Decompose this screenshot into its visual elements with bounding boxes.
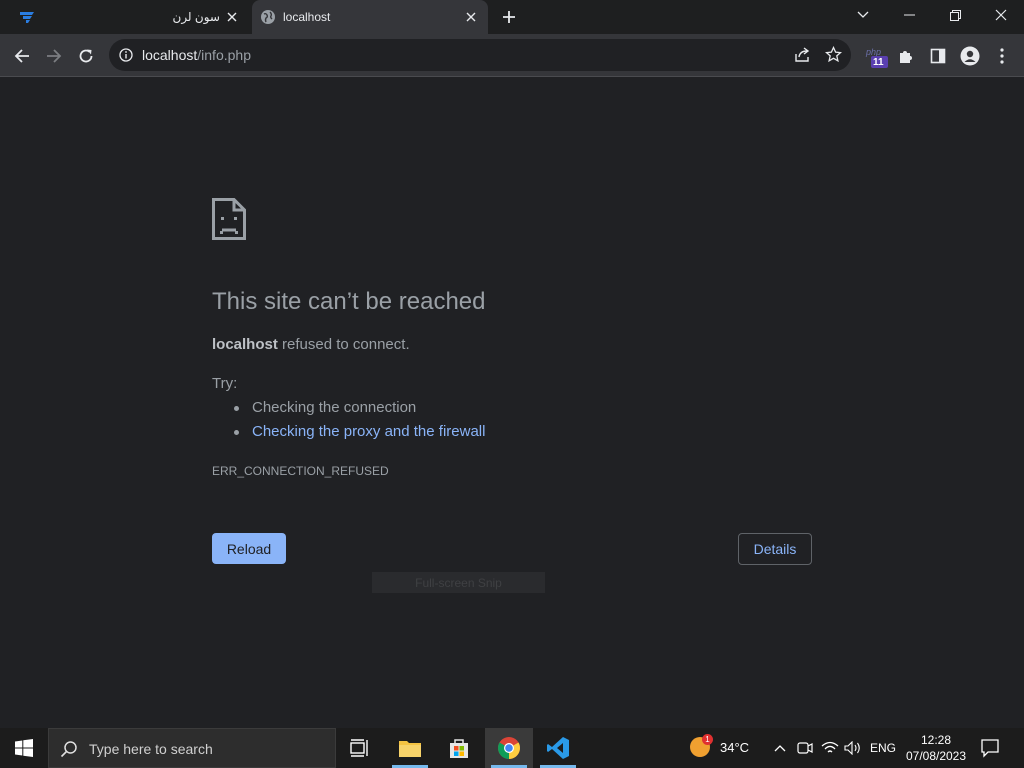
globe-icon (261, 10, 275, 24)
show-hidden-icons-button[interactable] (770, 738, 790, 758)
network-tray-icon[interactable] (820, 738, 840, 758)
start-button[interactable] (0, 728, 48, 768)
fullscreen-snip-tooltip: Full-screen Snip (372, 572, 545, 593)
back-button[interactable] (8, 42, 36, 70)
input-language-indicator[interactable]: ENG (870, 741, 896, 755)
error-page: This site can’t be reached localhost ref… (0, 77, 1024, 728)
info-icon[interactable] (119, 48, 133, 62)
chevron-down-icon (857, 11, 869, 18)
clock-date: 07/08/2023 (905, 749, 967, 763)
close-icon (995, 9, 1007, 21)
minimize-button[interactable] (886, 0, 932, 30)
error-message-text: refused to connect. (277, 336, 410, 353)
speaker-icon (844, 741, 860, 755)
url-path: /info.php (197, 47, 251, 63)
try-label: Try: (212, 375, 238, 392)
profile-button[interactable] (956, 42, 984, 70)
close-window-button[interactable] (978, 0, 1024, 30)
tab-search-button[interactable] (840, 0, 886, 30)
arrow-right-icon (47, 49, 62, 63)
sad-page-icon (212, 198, 246, 240)
refresh-icon (79, 49, 93, 63)
wifi-icon (821, 741, 839, 753)
error-code: ERR_CONNECTION_REFUSED (212, 464, 389, 478)
extensions-button[interactable] (892, 42, 920, 70)
search-icon (60, 741, 77, 758)
weather-alert-badge: 1 (702, 734, 713, 745)
taskbar-search-input[interactable]: Type here to search (48, 728, 336, 768)
tab-title: سون لرن (172, 10, 221, 24)
file-explorer-button[interactable] (386, 728, 434, 768)
details-button[interactable]: Details (738, 533, 812, 565)
reload-toolbar-button[interactable] (72, 42, 100, 70)
address-bar[interactable]: localhost/info.php (109, 39, 851, 71)
close-tab-icon[interactable] (224, 9, 240, 25)
microsoft-store-button[interactable] (435, 728, 483, 768)
forward-button[interactable] (40, 42, 68, 70)
clock[interactable]: 12:28 07/08/2023 (902, 732, 970, 764)
camera-icon (797, 742, 813, 754)
svg-text:php: php (865, 47, 881, 57)
avatar-icon (960, 46, 980, 66)
new-tab-button[interactable] (498, 6, 520, 28)
camera-tray-icon[interactable] (795, 738, 815, 758)
extension-badge: 11 (873, 57, 884, 68)
windows-taskbar: Type here to search 1 34°C ENG 12:28 07/… (0, 728, 1024, 768)
suggestion-link-proxy-firewall[interactable]: Checking the proxy and the firewall (234, 423, 485, 447)
minimize-icon (903, 14, 915, 16)
notification-center-button[interactable] (980, 738, 1002, 758)
windows-logo-icon (15, 739, 33, 757)
error-message: localhost refused to connect. (212, 336, 410, 353)
task-view-icon (350, 739, 368, 757)
tab-localhost[interactable]: localhost (252, 0, 488, 34)
reload-button[interactable]: Reload (212, 533, 286, 564)
site-logo-icon (20, 12, 34, 23)
store-bag-icon (450, 739, 468, 758)
arrow-left-icon (14, 49, 29, 63)
url-host: localhost (142, 47, 198, 63)
notification-icon (981, 739, 999, 758)
share-icon[interactable] (794, 46, 811, 68)
search-placeholder: Type here to search (89, 741, 213, 757)
tab-sevenlearn[interactable]: سون لرن (0, 0, 248, 34)
weather-temperature: 34°C (720, 740, 750, 755)
browser-toolbar: localhost/info.php php 11 (0, 34, 1024, 77)
php-extension-icon[interactable]: php 11 (864, 43, 890, 69)
folder-icon (399, 741, 421, 757)
chrome-button[interactable] (485, 728, 533, 768)
url-text[interactable]: localhost/info.php (142, 47, 251, 63)
side-panel-button[interactable] (924, 42, 952, 70)
suggestion-list: Checking the connection Checking the pro… (234, 399, 485, 447)
chrome-icon (498, 737, 520, 759)
restore-button[interactable] (932, 0, 978, 30)
tab-title: localhost (283, 10, 331, 24)
vscode-button[interactable] (534, 728, 582, 768)
vscode-icon (547, 737, 569, 759)
side-panel-icon (930, 48, 946, 64)
chevron-up-icon (774, 745, 786, 752)
bookmark-star-icon[interactable] (824, 45, 843, 68)
clock-time: 12:28 (920, 733, 952, 747)
task-view-button[interactable] (336, 728, 384, 768)
kebab-menu-icon (1000, 48, 1004, 64)
menu-button[interactable] (988, 42, 1016, 70)
error-title: This site can’t be reached (212, 288, 486, 315)
weather-widget[interactable]: 1 34°C (686, 728, 756, 768)
plus-icon (503, 11, 515, 23)
error-host: localhost (212, 336, 278, 353)
close-tab-icon[interactable] (463, 9, 479, 25)
restore-icon (949, 9, 961, 21)
tab-strip: سون لرن localhost (0, 0, 1024, 34)
volume-tray-icon[interactable] (843, 738, 863, 758)
suggestion-item: Checking the connection (234, 399, 485, 423)
puzzle-icon (900, 51, 912, 63)
